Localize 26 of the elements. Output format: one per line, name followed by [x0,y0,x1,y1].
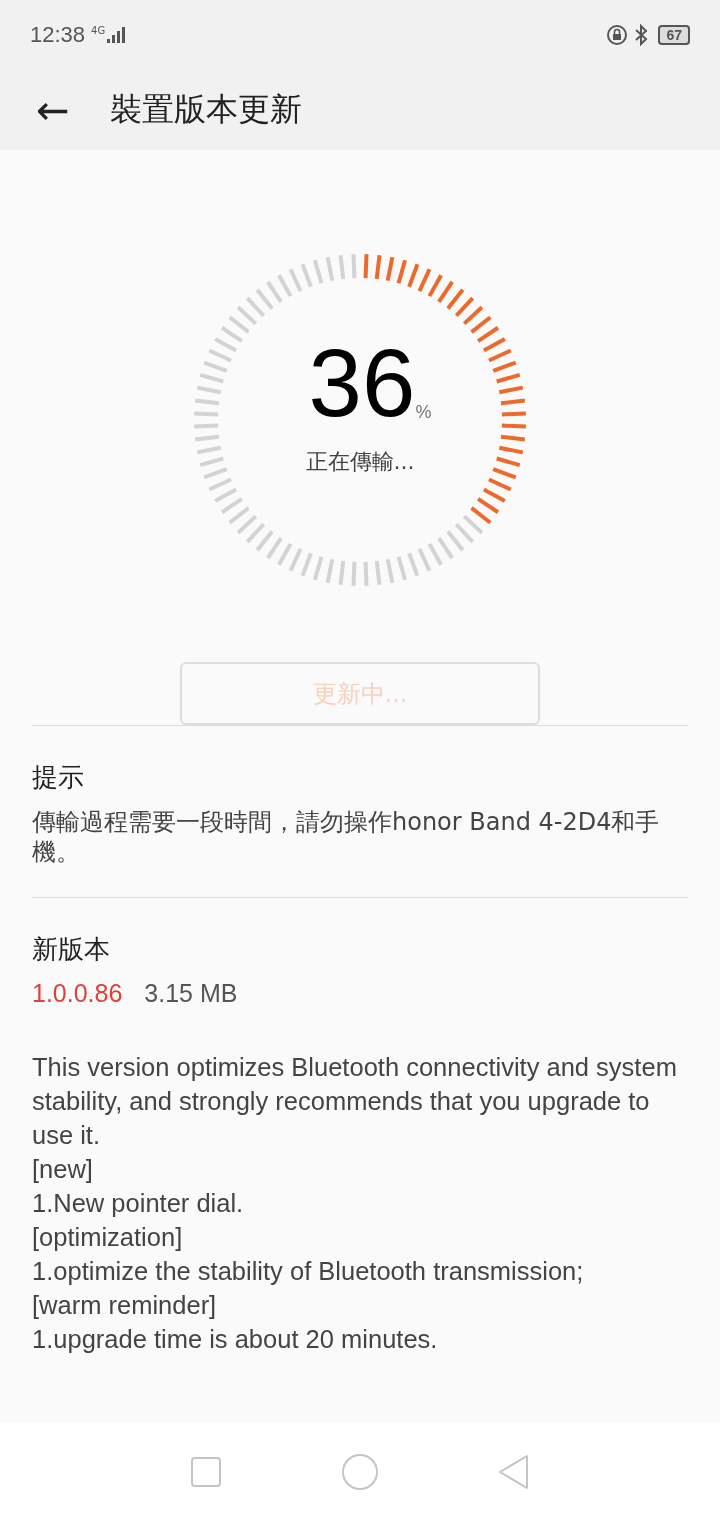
bluetooth-icon [634,24,649,46]
release-note: 1.upgrade time is about 20 minutes. [32,1324,439,1355]
percent-sign: % [415,402,432,423]
rotation-lock-icon [606,24,629,46]
progress-percent: 36 [308,335,416,431]
tip-text: 傳輸過程需要一段時間，請勿操作honor Band 4-2D4和手機。 [32,807,661,867]
battery-indicator: 67 [658,25,690,45]
release-note: [optimization] [32,1222,184,1253]
release-note: This version optimizes Bluetooth connectivity and system stability, and strongly recommends that you upgrade to use it. [32,1052,678,1151]
status-time: 12:38 [30,22,86,48]
version-number: 1.0.0.86 [32,979,123,1008]
network-type: 4G [91,24,106,36]
home-icon[interactable] [341,1452,379,1491]
progress-caption: 正在傳輸... [305,448,415,476]
tip-title: 提示 [32,761,85,794]
back-icon[interactable] [498,1453,531,1490]
release-note: 1.optimize the stability of Bluetooth transmission; [32,1256,585,1287]
release-note: 1.New pointer dial. [32,1188,245,1219]
file-size: 3.15 MB [144,979,238,1008]
back-button[interactable]: ← [36,90,70,130]
new-version-title: 新版本 [32,933,111,966]
release-note: [warm reminder] [32,1290,218,1321]
signal-icon [107,27,126,43]
recent-apps-icon[interactable] [189,1455,222,1488]
page-title: 裝置版本更新 [109,89,302,130]
release-note: [new] [32,1154,94,1185]
